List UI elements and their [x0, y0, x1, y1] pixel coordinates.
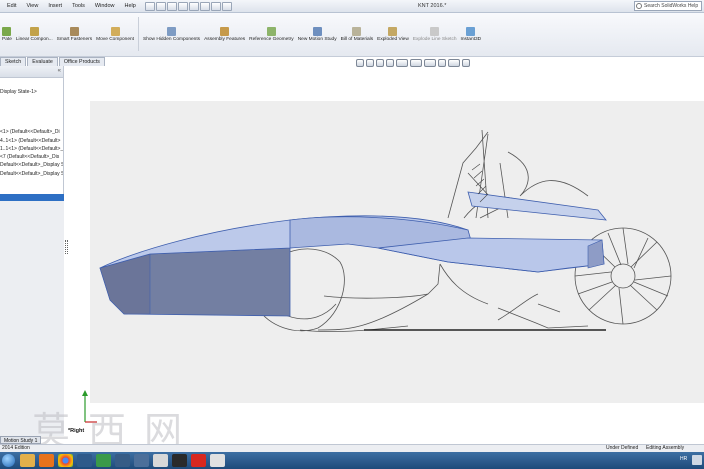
instant3d-icon [466, 27, 476, 36]
document-title: KNT 2016.* [418, 3, 447, 9]
bill-of-materials-icon [352, 27, 362, 36]
status-bar: 2014 Edition Under Defined Editing Assem… [0, 444, 704, 452]
hide-show-items-icon[interactable] [424, 59, 436, 67]
heads-up-view-toolbar [356, 59, 470, 67]
mate-button[interactable]: Pate [0, 27, 14, 43]
paint-icon[interactable] [210, 454, 225, 467]
chrome-icon[interactable] [58, 454, 73, 467]
open-icon[interactable] [155, 1, 166, 11]
smart-fasteners-icon [69, 27, 79, 36]
zoom-to-fit-icon[interactable] [356, 59, 364, 67]
tree-node[interactable]: <1> (Default<<Default>_Di [0, 128, 63, 136]
app-icon[interactable] [77, 454, 92, 467]
title-bar: Edit View Insert Tools Window Help KNT 2… [0, 0, 704, 13]
tab-sketch[interactable]: Sketch [0, 57, 27, 66]
tree-node[interactable]: <7 (Default<<Default>_Dis [0, 153, 63, 161]
tab-motion-study[interactable]: Motion Study 1 [0, 436, 42, 444]
view-settings-icon[interactable] [462, 59, 470, 67]
assembly-features-button[interactable]: Assembly Features [202, 27, 247, 43]
app-icon[interactable] [134, 454, 149, 467]
collapse-icon[interactable]: « [58, 68, 61, 74]
feature-tree: Display State-1> <1> (Default<<Default>_… [0, 78, 63, 178]
previous-view-icon[interactable] [376, 59, 384, 67]
instant3d-button[interactable]: Instant3D [459, 27, 484, 43]
show-hidden-icon [167, 27, 177, 36]
display-state-node[interactable]: Display State-1> [0, 88, 63, 96]
menu-bar: Edit View Insert Tools Window Help [0, 3, 141, 9]
show-hidden-components-button[interactable]: Show Hidden Components [141, 27, 202, 43]
explorer-icon[interactable] [20, 454, 35, 467]
language-indicator[interactable]: HR [680, 456, 687, 462]
linear-component-pattern-button[interactable]: Linear Compon... [14, 27, 55, 43]
save-icon[interactable] [166, 1, 177, 11]
move-component-icon [110, 27, 120, 36]
apply-scene-icon[interactable] [448, 59, 460, 67]
assembly-features-icon [220, 27, 230, 36]
folder-icon[interactable] [153, 454, 168, 467]
media-icon[interactable] [39, 454, 54, 467]
display-style-icon[interactable] [410, 59, 422, 67]
tab-office-products[interactable]: Office Products [58, 57, 105, 66]
toolbar-separator [138, 17, 140, 51]
smart-fasteners-button[interactable]: Smart Fasteners [55, 27, 94, 43]
menu-tools[interactable]: Tools [67, 3, 90, 9]
section-view-icon[interactable] [386, 59, 394, 67]
edition-label: 2014 Edition [2, 445, 30, 451]
undo-icon[interactable] [188, 1, 199, 11]
explode-line-icon [430, 27, 440, 36]
help-search-input[interactable]: Search SolidWorks Help [634, 1, 702, 11]
motion-study-icon [312, 27, 322, 36]
reference-geometry-button[interactable]: Reference Geometry [247, 27, 296, 43]
move-component-button[interactable]: Move Component [94, 27, 136, 43]
panel-selection-bar [0, 194, 64, 201]
search-icon [636, 3, 642, 9]
app-icon[interactable] [96, 454, 111, 467]
menu-window[interactable]: Window [90, 3, 120, 9]
panel-header: « [0, 66, 63, 78]
command-tabs: Sketch Evaluate Office Products [0, 57, 106, 66]
tab-evaluate[interactable]: Evaluate [27, 57, 58, 66]
start-button[interactable] [2, 454, 15, 467]
tree-node[interactable]: 1..1<1> (Default<<Default>_ [0, 145, 63, 153]
nose-lower-face [99, 253, 151, 315]
linear-pattern-icon [29, 27, 39, 36]
tree-node[interactable]: Default<<Default>_Display State-1> [0, 161, 63, 169]
view-orientation-icon[interactable] [396, 59, 408, 67]
network-icon[interactable] [115, 454, 130, 467]
rear-wing-surface [467, 191, 607, 221]
tree-node[interactable]: 4..1<1> (Default<<Default> [0, 137, 63, 145]
command-manager: Pate Linear Compon... Smart Fasteners Mo… [0, 13, 704, 57]
menu-insert[interactable]: Insert [43, 3, 67, 9]
solidworks-icon[interactable] [191, 454, 206, 467]
exploded-view-icon [388, 27, 398, 36]
rebuild-icon[interactable] [210, 1, 221, 11]
car-body-model [99, 129, 672, 333]
menu-edit[interactable]: Edit [2, 3, 21, 9]
wps-icon[interactable] [172, 454, 187, 467]
definition-status: Under Defined [606, 445, 639, 451]
exploded-view-button[interactable]: Exploded View [375, 27, 411, 43]
graphics-area[interactable]: *Right [68, 68, 704, 436]
tree-node[interactable]: Default<<Default>_Display Sta [0, 170, 63, 178]
menu-help[interactable]: Help [119, 3, 140, 9]
bottom-tabs: Motion Study 1 [0, 436, 42, 444]
quick-access-toolbar [144, 1, 232, 11]
feature-manager-panel: « Display State-1> <1> (Default<<Default… [0, 66, 64, 436]
explode-line-sketch-button[interactable]: Explode Line Sketch [411, 27, 459, 43]
print-icon[interactable] [177, 1, 188, 11]
new-document-icon[interactable] [144, 1, 155, 11]
reference-geometry-icon [266, 27, 276, 36]
bill-of-materials-button[interactable]: Bill of Materials [339, 27, 376, 43]
select-icon[interactable] [199, 1, 210, 11]
menu-view[interactable]: View [21, 3, 43, 9]
zoom-to-area-icon[interactable] [366, 59, 374, 67]
taskbar: HR [0, 452, 704, 469]
new-motion-study-button[interactable]: New Motion Study [296, 27, 339, 43]
notification-icon[interactable] [692, 455, 702, 465]
options-icon[interactable] [221, 1, 232, 11]
mate-icon [2, 27, 12, 36]
editing-mode-status: Editing Assembly [646, 445, 685, 451]
edit-appearance-icon[interactable] [438, 59, 446, 67]
